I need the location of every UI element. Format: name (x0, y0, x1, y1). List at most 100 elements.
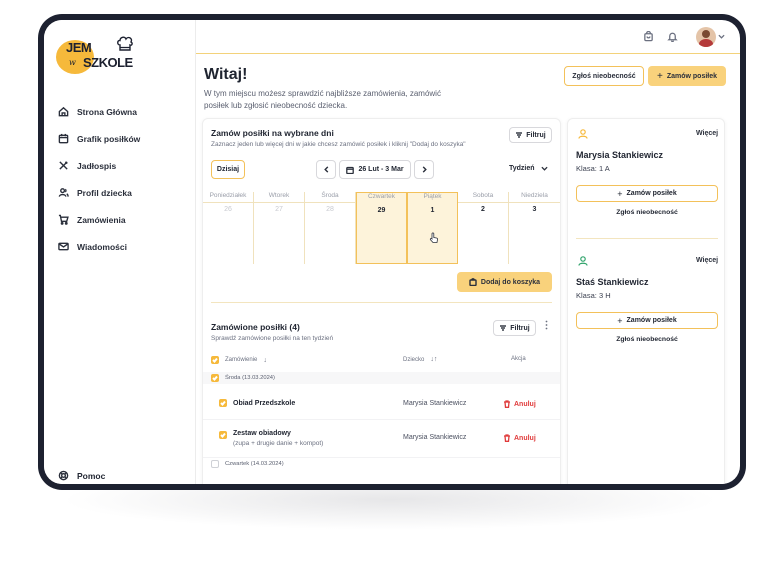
logo-word-w: w (69, 58, 76, 67)
trash-icon (504, 400, 510, 408)
child-more-link[interactable]: Więcej (696, 257, 718, 264)
logo-word-szkole: SZKOLE (83, 55, 133, 70)
table-row[interactable]: Zestaw obiadowy (zupa + drugie danie + k… (219, 429, 323, 449)
mail-icon (58, 242, 69, 251)
cutlery-icon (59, 161, 68, 170)
next-week-button[interactable] (414, 160, 434, 179)
child-order-meal-button[interactable]: + Zamów posiłek (576, 312, 718, 329)
add-to-cart-button[interactable]: Dodaj do koszyka (457, 272, 552, 292)
sidebar-item-messages[interactable]: Wiadomości (58, 233, 140, 260)
order-calendar-card: Zamów posiłki na wybrane dni Zaznacz jed… (202, 118, 561, 484)
sidebar-item-orders[interactable]: Zamówienia (58, 206, 140, 233)
plus-icon: + (656, 70, 663, 82)
sort-down-icon: ↓ (263, 356, 267, 364)
cart-icon[interactable] (643, 31, 654, 42)
chevron-down-icon[interactable] (718, 33, 725, 40)
page-title: Witaj! (204, 66, 248, 83)
group-checkbox[interactable] (211, 459, 219, 468)
sidebar-item-help[interactable]: Pomoc (58, 470, 105, 481)
prev-week-button[interactable] (316, 160, 336, 179)
sidebar-item-home[interactable]: Strona Główna (58, 98, 140, 125)
orders-subtitle: Sprawdź zamówione posiłki na ten tydzień (211, 335, 334, 342)
child-user-icon (578, 129, 588, 139)
orders-filter-button[interactable]: Filtruj (493, 320, 536, 336)
report-absence-button[interactable]: Zgłoś nieobecność (564, 66, 644, 86)
child-name: Staś Stankiewicz (576, 277, 649, 287)
cancel-order-button[interactable]: Anuluj (503, 400, 536, 408)
sidebar-item-label: Profil dziecka (77, 187, 132, 198)
week-calendar: Poniedziałek 26 Wtorek 27 Środa 28 Czwartek 29 P… (203, 192, 560, 264)
user-avatar[interactable] (696, 27, 716, 47)
child-class-label: Klasa: (576, 291, 597, 300)
app-screen: JEM w SZKOLE Strona Główna Grafik posiłk… (44, 20, 740, 484)
bell-icon[interactable] (667, 31, 678, 42)
child-report-absence-link[interactable]: Zgłoś nieobecność (576, 336, 718, 343)
child-class: Klasa: 3 H (576, 291, 611, 300)
group-date: Czwartek (14.03.2024) (225, 460, 284, 467)
day-number: 26 (224, 206, 232, 213)
child-report-absence-link[interactable]: Zgłoś nieobecność (576, 209, 718, 216)
check-icon (212, 375, 218, 381)
add-to-cart-label: Dodaj do koszyka (480, 278, 541, 286)
calendar-day-7[interactable]: Niedziela 3 (509, 192, 560, 264)
page-subtitle: W tym miejscu możesz sprawdzić najbliższ… (204, 89, 441, 110)
row-child-name: Marysia Stankiewicz (403, 434, 467, 441)
day-number: 27 (275, 206, 283, 213)
calendar-day-2[interactable]: Wtorek 27 (254, 192, 305, 264)
sidebar-item-menu[interactable]: Jadłospis (58, 152, 140, 179)
meal-detail: (zupa + drugie danie + kompot) (233, 440, 324, 447)
calendar-day-6[interactable]: Sobota 2 (458, 192, 509, 264)
calendar-day-5[interactable]: Piątek 1 (407, 192, 458, 264)
calendar-day-1[interactable]: Poniedziałek 26 (203, 192, 254, 264)
cancel-order-button[interactable]: Anuluj (503, 434, 536, 442)
chevron-left-icon (323, 166, 328, 173)
child-class-value: 3 H (598, 291, 611, 300)
day-name: Wtorek (268, 192, 290, 199)
group-date: Środa (13.03.2024) (225, 375, 275, 381)
group-row[interactable]: Czwartek (14.03.2024) (203, 457, 560, 469)
day-number: 3 (532, 206, 537, 213)
view-select[interactable]: Tydzień (509, 165, 548, 172)
sort-icon: ↓↑ (430, 356, 438, 363)
more-options-icon[interactable] (545, 320, 548, 330)
sidebar-item-label: Wiadomości (77, 241, 127, 252)
column-header-label: Dziecko (403, 356, 425, 363)
row-checkbox[interactable] (219, 431, 227, 439)
calendar-card-subtitle: Zaznacz jeden lub więcej dni w jakie chc… (211, 141, 466, 148)
table-row[interactable]: Obiad Przedszkole (219, 399, 295, 407)
row-checkbox[interactable] (219, 399, 227, 407)
report-absence-label: Zgłoś nieobecność (572, 72, 636, 80)
home-icon (58, 106, 69, 117)
group-checkbox[interactable] (211, 374, 219, 382)
group-row[interactable]: Środa (13.03.2024) (203, 372, 560, 384)
day-name: Czwartek (367, 193, 396, 200)
top-bar (196, 20, 740, 54)
select-all-checkbox[interactable] (211, 356, 219, 364)
brand-logo[interactable]: JEM w SZKOLE (56, 36, 136, 76)
today-button[interactable]: Dzisiaj (211, 160, 245, 179)
hand-cursor-icon (429, 232, 438, 243)
calendar-filter-button[interactable]: Filtruj (509, 127, 552, 143)
sidebar-item-meal-schedule[interactable]: Grafik posiłków (58, 125, 140, 152)
date-range-display[interactable]: 26 Lut - 3 Mar (339, 160, 411, 179)
day-number: 29 (377, 207, 386, 214)
column-header-order[interactable]: Zamówienie ↓ (211, 356, 267, 364)
children-panel: Więcej Marysia Stankiewicz Klasa: 1 A + … (567, 118, 725, 484)
order-meal-button[interactable]: + Zamów posiłek (648, 66, 726, 86)
date-range-label: 26 Lut - 3 Mar (358, 166, 404, 173)
column-header-child[interactable]: Dziecko ↓↑ (403, 356, 437, 363)
column-header-action: Akcja (511, 356, 526, 362)
day-number: 1 (430, 207, 435, 214)
calendar-day-4[interactable]: Czwartek 29 (356, 192, 407, 264)
sidebar-item-child-profile[interactable]: Profil dziecka (58, 179, 140, 206)
child-more-link[interactable]: Więcej (696, 130, 718, 137)
calendar-day-3[interactable]: Środa 28 (305, 192, 356, 264)
sidebar-item-label: Jadłospis (77, 160, 117, 171)
lifebuoy-icon (58, 470, 69, 481)
view-select-label: Tydzień (509, 165, 535, 172)
child-order-label: Zamów posiłek (626, 190, 677, 197)
child-order-meal-button[interactable]: + Zamów posiłek (576, 185, 718, 202)
meal-name: Obiad Przedszkole (233, 399, 296, 407)
sidebar: JEM w SZKOLE Strona Główna Grafik posiłk… (44, 20, 196, 484)
logo-word-jem: JEM (66, 40, 92, 55)
